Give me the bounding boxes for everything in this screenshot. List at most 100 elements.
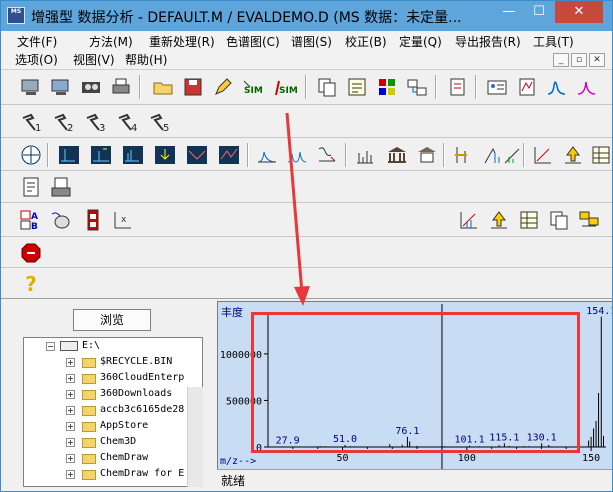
tree-expander[interactable]: + xyxy=(66,374,75,383)
y-tick-label: 1000000 xyxy=(220,350,262,361)
copy-icon[interactable] xyxy=(315,75,339,99)
calib-1-icon[interactable] xyxy=(531,143,555,167)
tree-expander[interactable]: + xyxy=(66,422,75,431)
mouse-icon[interactable] xyxy=(49,208,73,232)
tree-expander[interactable]: + xyxy=(66,454,75,463)
tree-item[interactable]: AppStore xyxy=(100,418,148,434)
chrom-2-icon[interactable] xyxy=(89,143,113,167)
tree-item[interactable]: $RECYCLE.BIN xyxy=(100,354,172,370)
help-question-icon[interactable]: ? xyxy=(19,272,43,296)
menu-method[interactable]: 方法(M) xyxy=(89,34,133,50)
menu-export-report[interactable]: 导出报告(R) xyxy=(455,34,521,50)
tree-expander[interactable]: − xyxy=(46,342,55,351)
integrate-2-icon[interactable] xyxy=(285,143,309,167)
chrom-6-icon[interactable] xyxy=(217,143,241,167)
grid-icon[interactable] xyxy=(375,75,399,99)
title-bar[interactable]: MS 增强型 数据分析 - DEFAULT.M / EVALDEMO.D (MS… xyxy=(1,1,612,31)
tree-item[interactable]: Chem3D xyxy=(100,434,136,450)
copy-sheet-icon[interactable] xyxy=(547,208,571,232)
library-3-icon[interactable] xyxy=(415,143,439,167)
axis-icon[interactable]: x xyxy=(111,208,135,232)
library-1-icon[interactable] xyxy=(353,143,377,167)
menu-file[interactable]: 文件(F) xyxy=(17,34,57,50)
menu-quantitate[interactable]: 定量(Q) xyxy=(399,34,442,50)
sheet-icon[interactable] xyxy=(515,75,539,99)
mdi-restore-button[interactable]: ▫ xyxy=(571,53,587,67)
close-button[interactable]: ✕ xyxy=(555,1,603,23)
menu-view[interactable]: 视图(V) xyxy=(73,52,115,68)
tree-item[interactable]: accb3c6165de28 xyxy=(100,402,184,418)
tool-3-button[interactable]: 3 xyxy=(83,110,107,134)
tree-expander[interactable]: + xyxy=(66,358,75,367)
tape-icon[interactable] xyxy=(79,75,103,99)
doc-icon[interactable] xyxy=(19,175,43,199)
pc2-icon[interactable] xyxy=(49,75,73,99)
chrom-1-icon[interactable] xyxy=(57,143,81,167)
tree-expander[interactable]: + xyxy=(66,438,75,447)
open-folder-icon[interactable] xyxy=(151,75,175,99)
maximize-button[interactable]: ☐ xyxy=(525,1,553,23)
directory-tree[interactable]: − E:\ + $RECYCLE.BIN + 360CloudEnterp + … xyxy=(23,337,203,487)
menu-chromatogram[interactable]: 色谱图(C) xyxy=(226,34,280,50)
tree-expander[interactable]: + xyxy=(66,406,75,415)
tool-5-button[interactable]: 5 xyxy=(147,110,171,134)
menu-help[interactable]: 帮助(H) xyxy=(125,52,167,68)
mdi-minimize-button[interactable]: _ xyxy=(553,53,569,67)
mdi-close-button[interactable]: ✕ xyxy=(589,53,605,67)
chrom-3-icon[interactable] xyxy=(121,143,145,167)
peak2-icon[interactable] xyxy=(575,75,599,99)
integrate-1-icon[interactable] xyxy=(255,143,279,167)
browse-button[interactable]: 浏览 xyxy=(73,309,151,331)
menu-options[interactable]: 选项(O) xyxy=(15,52,58,68)
calib-3-icon[interactable] xyxy=(589,143,612,167)
quant-1-icon[interactable] xyxy=(451,143,475,167)
tree-expander[interactable]: + xyxy=(66,470,75,479)
doc-print-icon[interactable] xyxy=(49,175,73,199)
group-icon[interactable] xyxy=(577,208,601,232)
tool-2-button[interactable]: 2 xyxy=(51,110,75,134)
asim-icon[interactable]: SIM xyxy=(273,75,297,99)
tree-item[interactable]: ChemDraw xyxy=(100,450,148,466)
chrom-4-icon[interactable] xyxy=(153,143,177,167)
calib-line-icon[interactable] xyxy=(457,208,481,232)
calib-2-icon[interactable] xyxy=(561,143,585,167)
spectrum-chart[interactable]: 丰度 m/z--> 0 500000 1000000 50 100 150 27.9 51.0 76… xyxy=(217,301,612,470)
table-icon[interactable] xyxy=(517,208,541,232)
save-disk-icon[interactable] xyxy=(181,75,205,99)
sim-icon[interactable]: SIM xyxy=(241,75,265,99)
quant-3-icon[interactable] xyxy=(501,143,525,167)
export-icon[interactable] xyxy=(405,75,429,99)
folder-icon xyxy=(82,390,96,400)
menu-reprocess[interactable]: 重新处理(R) xyxy=(149,34,215,50)
library-2-icon[interactable] xyxy=(385,143,409,167)
tree-scrollbar[interactable] xyxy=(187,387,203,487)
page-icon[interactable] xyxy=(445,75,469,99)
menu-spectrum[interactable]: 谱图(S) xyxy=(291,34,332,50)
menu-tools[interactable]: 工具(T) xyxy=(533,34,574,50)
chrom-5-icon[interactable] xyxy=(185,143,209,167)
pc-icon[interactable] xyxy=(19,75,43,99)
folder-icon xyxy=(82,454,96,464)
tree-item[interactable]: 360Downloads xyxy=(100,386,172,402)
menu-calibrate[interactable]: 校正(B) xyxy=(345,34,387,50)
tree-item[interactable]: ChemDraw for E xyxy=(100,466,184,482)
integrate-3-icon[interactable] xyxy=(315,143,339,167)
tree-expander[interactable]: + xyxy=(66,390,75,399)
compass-icon[interactable] xyxy=(19,143,43,167)
folder-icon xyxy=(82,358,96,368)
tool-4-button[interactable]: 4 xyxy=(115,110,139,134)
minimize-button[interactable]: — xyxy=(495,1,523,23)
stop-icon[interactable] xyxy=(19,241,43,265)
peak-icon[interactable] xyxy=(545,75,569,99)
tree-item[interactable]: 360CloudEnterp xyxy=(100,370,184,386)
edit-icon[interactable] xyxy=(211,75,235,99)
ab-checkbox-icon[interactable]: AB xyxy=(19,208,43,232)
report-icon[interactable] xyxy=(345,75,369,99)
tree-root[interactable]: E:\ xyxy=(82,338,100,354)
printer-icon[interactable] xyxy=(109,75,133,99)
folder-icon xyxy=(82,438,96,448)
tool-1-button[interactable]: 1 xyxy=(19,110,43,134)
up-arrow-icon[interactable] xyxy=(487,208,511,232)
calc-icon[interactable] xyxy=(81,208,105,232)
card-icon[interactable] xyxy=(485,75,509,99)
